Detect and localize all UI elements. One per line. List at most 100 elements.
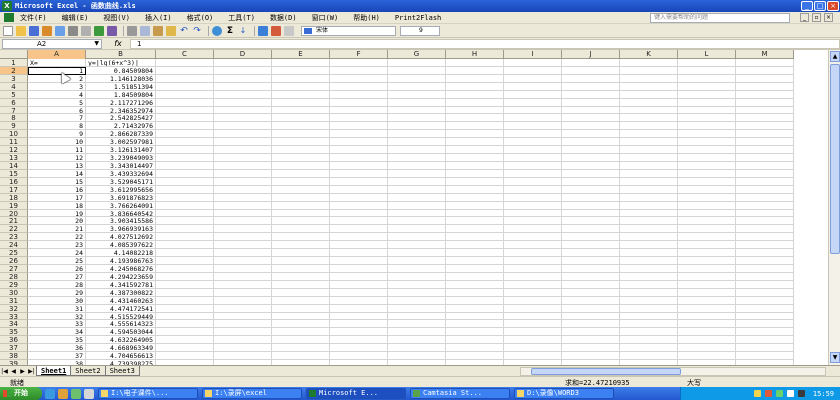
cell-c5[interactable]: [156, 90, 214, 99]
save-icon[interactable]: [29, 25, 39, 36]
cell-f3[interactable]: [330, 74, 388, 83]
row-header[interactable]: 36: [0, 336, 28, 345]
sort-ascending-icon[interactable]: ↓: [238, 26, 248, 36]
cell-i24[interactable]: [504, 241, 562, 250]
cell-c34[interactable]: [156, 320, 214, 329]
cell-k18[interactable]: [620, 193, 678, 202]
cell-k28[interactable]: [620, 272, 678, 281]
mdi-minimize-button[interactable]: _: [800, 13, 809, 22]
cell-h38[interactable]: [446, 352, 504, 361]
cell-f17[interactable]: [330, 185, 388, 194]
cell-e28[interactable]: [272, 272, 330, 281]
cell-g10[interactable]: [388, 130, 446, 139]
row-header[interactable]: 6: [0, 98, 28, 107]
cell-d32[interactable]: [214, 304, 272, 313]
cell-m27[interactable]: [736, 264, 794, 273]
menu-insert[interactable]: 插入(I): [145, 13, 172, 23]
taskbar-button-excel[interactable]: Microsoft E...: [306, 388, 406, 399]
row-header[interactable]: 14: [0, 161, 28, 170]
cell-l6[interactable]: [678, 98, 736, 107]
cell-b14[interactable]: 3.343014497: [86, 161, 156, 170]
cell-c33[interactable]: [156, 312, 214, 321]
cell-j31[interactable]: [562, 296, 620, 305]
cell-c27[interactable]: [156, 264, 214, 273]
cell-g4[interactable]: [388, 82, 446, 91]
menu-data[interactable]: 数据(D): [270, 13, 297, 23]
chart-wizard-icon[interactable]: [258, 25, 268, 36]
cell-g25[interactable]: [388, 249, 446, 258]
row-header[interactable]: 32: [0, 304, 28, 313]
row-header[interactable]: 3: [0, 74, 28, 83]
cell-j14[interactable]: [562, 161, 620, 170]
font-size-select[interactable]: 9: [400, 25, 440, 36]
cell-m24[interactable]: [736, 241, 794, 250]
cell-b26[interactable]: 4.193986763: [86, 257, 156, 265]
cell-b23[interactable]: 4.027512692: [86, 233, 156, 242]
cell-i32[interactable]: [504, 304, 562, 313]
cell-d5[interactable]: [214, 90, 272, 99]
cell-c36[interactable]: [156, 336, 214, 345]
column-header-i[interactable]: I: [504, 50, 562, 59]
cell-f10[interactable]: [330, 130, 388, 139]
cell-g9[interactable]: [388, 122, 446, 131]
cell-e13[interactable]: [272, 154, 330, 162]
cell-d10[interactable]: [214, 130, 272, 139]
cell-f7[interactable]: [330, 106, 388, 115]
cell-b3[interactable]: 1.146128036: [86, 74, 156, 83]
cell-d34[interactable]: [214, 320, 272, 329]
cell-b12[interactable]: 3.126131407: [86, 146, 156, 155]
cell-g20[interactable]: [388, 209, 446, 218]
cell-c37[interactable]: [156, 344, 214, 353]
cell-f2[interactable]: [330, 66, 388, 75]
cell-m15[interactable]: [736, 169, 794, 178]
cell-e38[interactable]: [272, 352, 330, 361]
row-header[interactable]: 11: [0, 138, 28, 147]
cell-j22[interactable]: [562, 225, 620, 234]
row-header[interactable]: 23: [0, 233, 28, 242]
cell-l3[interactable]: [678, 74, 736, 83]
cell-m19[interactable]: [736, 201, 794, 210]
cell-j6[interactable]: [562, 98, 620, 107]
cell-c13[interactable]: [156, 154, 214, 162]
cell-l11[interactable]: [678, 138, 736, 147]
cell-j8[interactable]: [562, 114, 620, 123]
cell-a22[interactable]: 21: [28, 225, 86, 234]
cell-h31[interactable]: [446, 296, 504, 305]
cell-d11[interactable]: [214, 138, 272, 147]
explorer-quicklaunch-icon[interactable]: [84, 388, 94, 399]
cell-h24[interactable]: [446, 241, 504, 250]
cell-c24[interactable]: [156, 241, 214, 250]
cell-l15[interactable]: [678, 169, 736, 178]
cell-f31[interactable]: [330, 296, 388, 305]
cell-d24[interactable]: [214, 241, 272, 250]
next-sheet-icon[interactable]: ▶: [18, 368, 27, 375]
cell-m8[interactable]: [736, 114, 794, 123]
cell-k10[interactable]: [620, 130, 678, 139]
cell-f20[interactable]: [330, 209, 388, 218]
cell-i11[interactable]: [504, 138, 562, 147]
cell-i1[interactable]: [504, 59, 562, 67]
cell-c10[interactable]: [156, 130, 214, 139]
cell-l18[interactable]: [678, 193, 736, 202]
cell-m16[interactable]: [736, 177, 794, 186]
cell-j3[interactable]: [562, 74, 620, 83]
cell-i3[interactable]: [504, 74, 562, 83]
cell-h27[interactable]: [446, 264, 504, 273]
tray-app-icon[interactable]: [775, 390, 783, 397]
cell-h13[interactable]: [446, 154, 504, 162]
cell-g36[interactable]: [388, 336, 446, 345]
cell-i23[interactable]: [504, 233, 562, 242]
cell-b27[interactable]: 4.245068276: [86, 264, 156, 273]
cell-a10[interactable]: 9: [28, 130, 86, 139]
cell-c22[interactable]: [156, 225, 214, 234]
cell-d6[interactable]: [214, 98, 272, 107]
cell-m31[interactable]: [736, 296, 794, 305]
cell-e11[interactable]: [272, 138, 330, 147]
cell-f1[interactable]: [330, 59, 388, 67]
cell-k37[interactable]: [620, 344, 678, 353]
cell-b10[interactable]: 2.866287339: [86, 130, 156, 139]
cell-b38[interactable]: 4.704656613: [86, 352, 156, 361]
row-header[interactable]: 22: [0, 225, 28, 234]
help-icon[interactable]: [284, 25, 294, 36]
cell-f5[interactable]: [330, 90, 388, 99]
